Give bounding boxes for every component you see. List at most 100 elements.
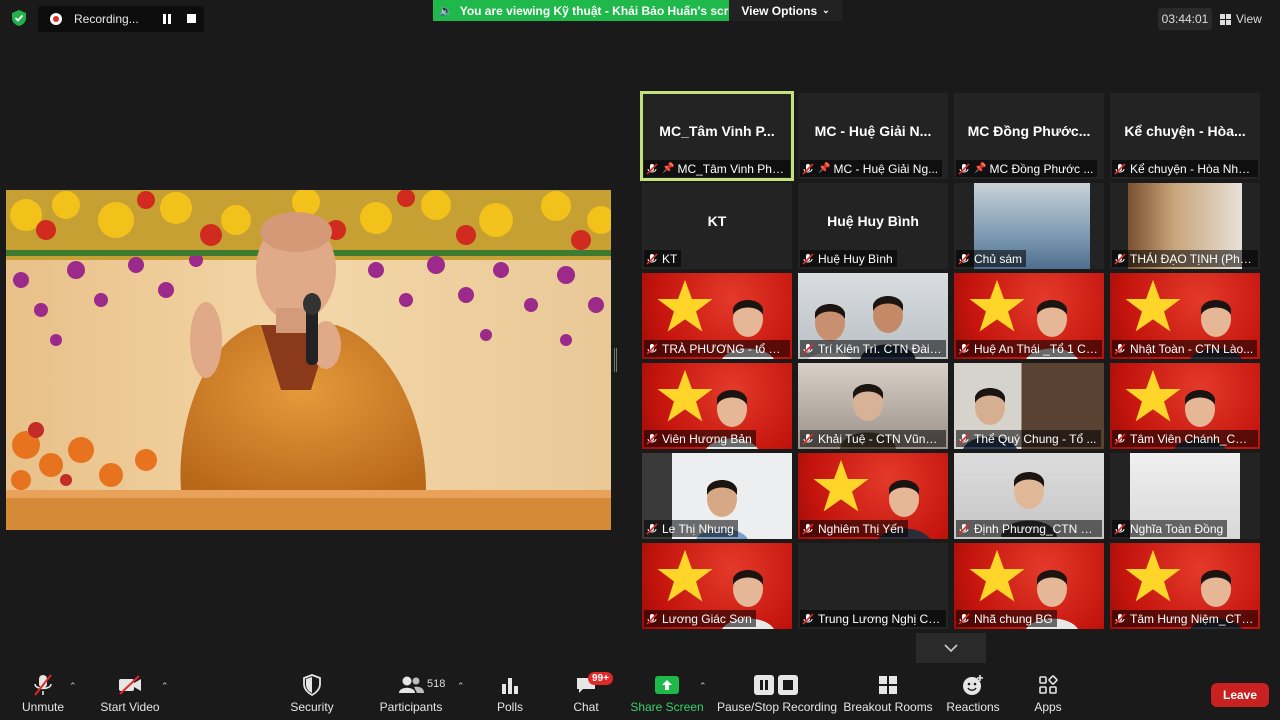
participant-tile[interactable]: Nghiêm Thị Yến (798, 453, 948, 539)
pause-recording-icon[interactable] (163, 14, 173, 24)
participant-tile[interactable]: Lương Giác Sơn (642, 543, 792, 629)
participant-name: Huệ An Thái _Tổ 1 CT... (974, 341, 1098, 356)
shield-check-icon[interactable] (10, 9, 28, 27)
participant-name-label: 📌 MC - Huệ Giải Ng... (800, 160, 943, 177)
microphone-muted-icon (958, 342, 970, 355)
participant-tile[interactable]: Nhã chung BG (954, 543, 1104, 629)
participant-tile[interactable]: Khải Tuệ - CTN Vũng ... (798, 363, 948, 449)
participant-name: KT (662, 251, 678, 266)
recording-label: Recording... (74, 12, 139, 26)
microphone-muted-icon (646, 342, 658, 355)
participants-options-caret[interactable]: ⌃ (457, 681, 465, 692)
participant-name-label: Nhật Toàn - CTN Lào... (1112, 340, 1258, 357)
participant-tile[interactable]: MC - Huệ Giải N... 📌 MC - Huệ Giải Ng... (798, 93, 948, 179)
participant-name-label: Huệ An Thái _Tổ 1 CT... (956, 340, 1102, 357)
microphone-muted-icon (646, 252, 658, 265)
participant-name-label: Định Phương_CTN H... (956, 520, 1102, 537)
grid-view-icon (1220, 13, 1231, 25)
pin-icon: 📌 (974, 163, 987, 174)
panel-resize-handle[interactable] (614, 348, 618, 372)
viewing-screen-banner: 🔈 You are viewing Kỹ thuật - Khải Bảo Hu… (433, 0, 749, 21)
participant-name: Viên Hương Bản (662, 431, 752, 446)
participant-tile[interactable]: Nghĩa Toàn Đồng (1110, 453, 1260, 539)
leave-button[interactable]: Leave (1211, 683, 1269, 707)
participant-name-label: THÁI ĐẠO TỊNH (Phật... (1112, 250, 1258, 267)
participant-name: Thể Quý Chung - Tổ ... (974, 431, 1097, 446)
participant-tile[interactable]: Tâm Hưng Niệm_CTN... (1110, 543, 1260, 629)
video-camera-off-icon (117, 672, 143, 698)
participant-tile[interactable]: MC Đồng Phước... 📌 MC Đồng Phước ... (954, 93, 1104, 179)
participant-tile[interactable]: Huệ Huy Bình Huệ Huy Bình (798, 183, 948, 269)
participant-tile[interactable]: Le Thị Nhung (642, 453, 792, 539)
participant-tile[interactable]: KT KT (642, 183, 792, 269)
participant-tile[interactable]: Trí Kiên Trì. CTN Đài L... (798, 273, 948, 359)
share-options-caret[interactable]: ⌃ (699, 681, 707, 692)
security-button[interactable]: Security (288, 672, 336, 720)
audio-options-caret[interactable]: ⌃ (69, 681, 77, 692)
pause-stop-recording-button[interactable]: Pause/Stop Recording (716, 672, 838, 720)
microphone-muted-icon (1114, 522, 1126, 535)
breakout-rooms-button[interactable]: Breakout Rooms (843, 672, 933, 720)
participant-name-label: Le Thị Nhung (644, 520, 738, 537)
participant-tile[interactable]: Định Phương_CTN H... (954, 453, 1104, 539)
pin-icon: 📌 (818, 163, 831, 174)
shield-icon (302, 672, 322, 698)
participant-name: Nghĩa Toàn Đồng (1130, 521, 1224, 536)
participant-tile[interactable]: Kể chuyện - Hòa... Kể chuyện - Hòa Nhã... (1110, 93, 1260, 179)
participant-tile[interactable]: TRÀ PHƯƠNG - tổ 1 ... (642, 273, 792, 359)
microphone-muted-icon (958, 162, 970, 175)
microphone-muted-icon (1114, 612, 1126, 625)
recording-dot-icon (50, 13, 62, 25)
chat-unread-badge: 99+ (588, 672, 613, 685)
participant-name: Trí Kiên Trì. CTN Đài L... (818, 341, 942, 356)
participant-name: Định Phương_CTN H... (974, 521, 1098, 536)
participant-name: MC - Huệ Giải Ng... (833, 161, 939, 176)
participant-tile[interactable]: Trung Lương Nghị CT... (798, 543, 948, 629)
participant-name: Tâm Viên Chánh_CTN... (1130, 431, 1254, 446)
pause-stop-recording-label: Pause/Stop Recording (716, 700, 838, 714)
view-button[interactable]: View (1220, 8, 1272, 30)
start-video-label: Start Video (100, 700, 160, 714)
microphone-muted-icon (1114, 342, 1126, 355)
participant-name: Nhật Toàn - CTN Lào... (1130, 341, 1254, 356)
zoom-meeting-window: Recording... 🔈 You are viewing Kỹ thuật … (0, 0, 1280, 720)
participant-name: Huệ Huy Bình (818, 251, 893, 266)
next-page-button[interactable] (916, 633, 986, 663)
participant-name-label: Trí Kiên Trì. CTN Đài L... (800, 340, 946, 357)
participant-name-label: Tâm Hưng Niệm_CTN... (1112, 610, 1258, 627)
participant-tile[interactable]: THÁI ĐẠO TỊNH (Phật... (1110, 183, 1260, 269)
participant-name-label: Thể Quý Chung - Tổ ... (956, 430, 1101, 447)
apps-button[interactable]: Apps (1030, 672, 1066, 720)
start-video-button[interactable]: Start Video (98, 672, 162, 720)
participant-tile[interactable]: Nhật Toàn - CTN Lào... (1110, 273, 1260, 359)
video-options-caret[interactable]: ⌃ (161, 681, 169, 692)
participant-tile[interactable]: MC_Tâm Vinh P... 📌 MC_Tâm Vinh Pho... (640, 91, 794, 181)
participant-tile[interactable]: Huệ An Thái _Tổ 1 CT... (954, 273, 1104, 359)
participant-name-label: Huệ Huy Bình (800, 250, 897, 267)
participant-name-label: Nghĩa Toàn Đồng (1112, 520, 1228, 537)
participant-display-name: Huệ Huy Bình (827, 213, 919, 229)
microphone-muted-icon (802, 342, 814, 355)
view-options-button[interactable]: View Options ⌄ (729, 0, 842, 21)
participant-tile[interactable]: Thể Quý Chung - Tổ ... (954, 363, 1104, 449)
participant-name: Nhã chung BG (974, 611, 1053, 626)
participant-name-label: Khải Tuệ - CTN Vũng ... (800, 430, 946, 447)
stop-recording-icon[interactable] (187, 14, 196, 23)
participant-display-name: MC_Tâm Vinh P... (659, 123, 775, 139)
participant-name: Chủ sám (974, 251, 1023, 266)
polls-label: Polls (496, 700, 523, 714)
participant-tile[interactable]: Viên Hương Bản (642, 363, 792, 449)
participants-label: Participants (379, 700, 443, 714)
security-label: Security (290, 700, 334, 714)
reactions-button[interactable]: Reactions (946, 672, 1000, 720)
chevron-down-icon: ⌄ (822, 5, 830, 15)
participant-name-label: Trung Lương Nghị CT... (800, 610, 946, 627)
pin-icon: 📌 (662, 163, 675, 174)
participant-tile[interactable]: Tâm Viên Chánh_CTN... (1110, 363, 1260, 449)
participant-tile[interactable]: Chủ sám (954, 183, 1104, 269)
participant-name-label: Lương Giác Sơn (644, 610, 756, 627)
share-screen-button[interactable]: Share Screen (630, 672, 704, 720)
unmute-button[interactable]: Unmute (18, 672, 68, 720)
reactions-label: Reactions (946, 700, 1000, 714)
polls-button[interactable]: Polls (490, 672, 530, 720)
